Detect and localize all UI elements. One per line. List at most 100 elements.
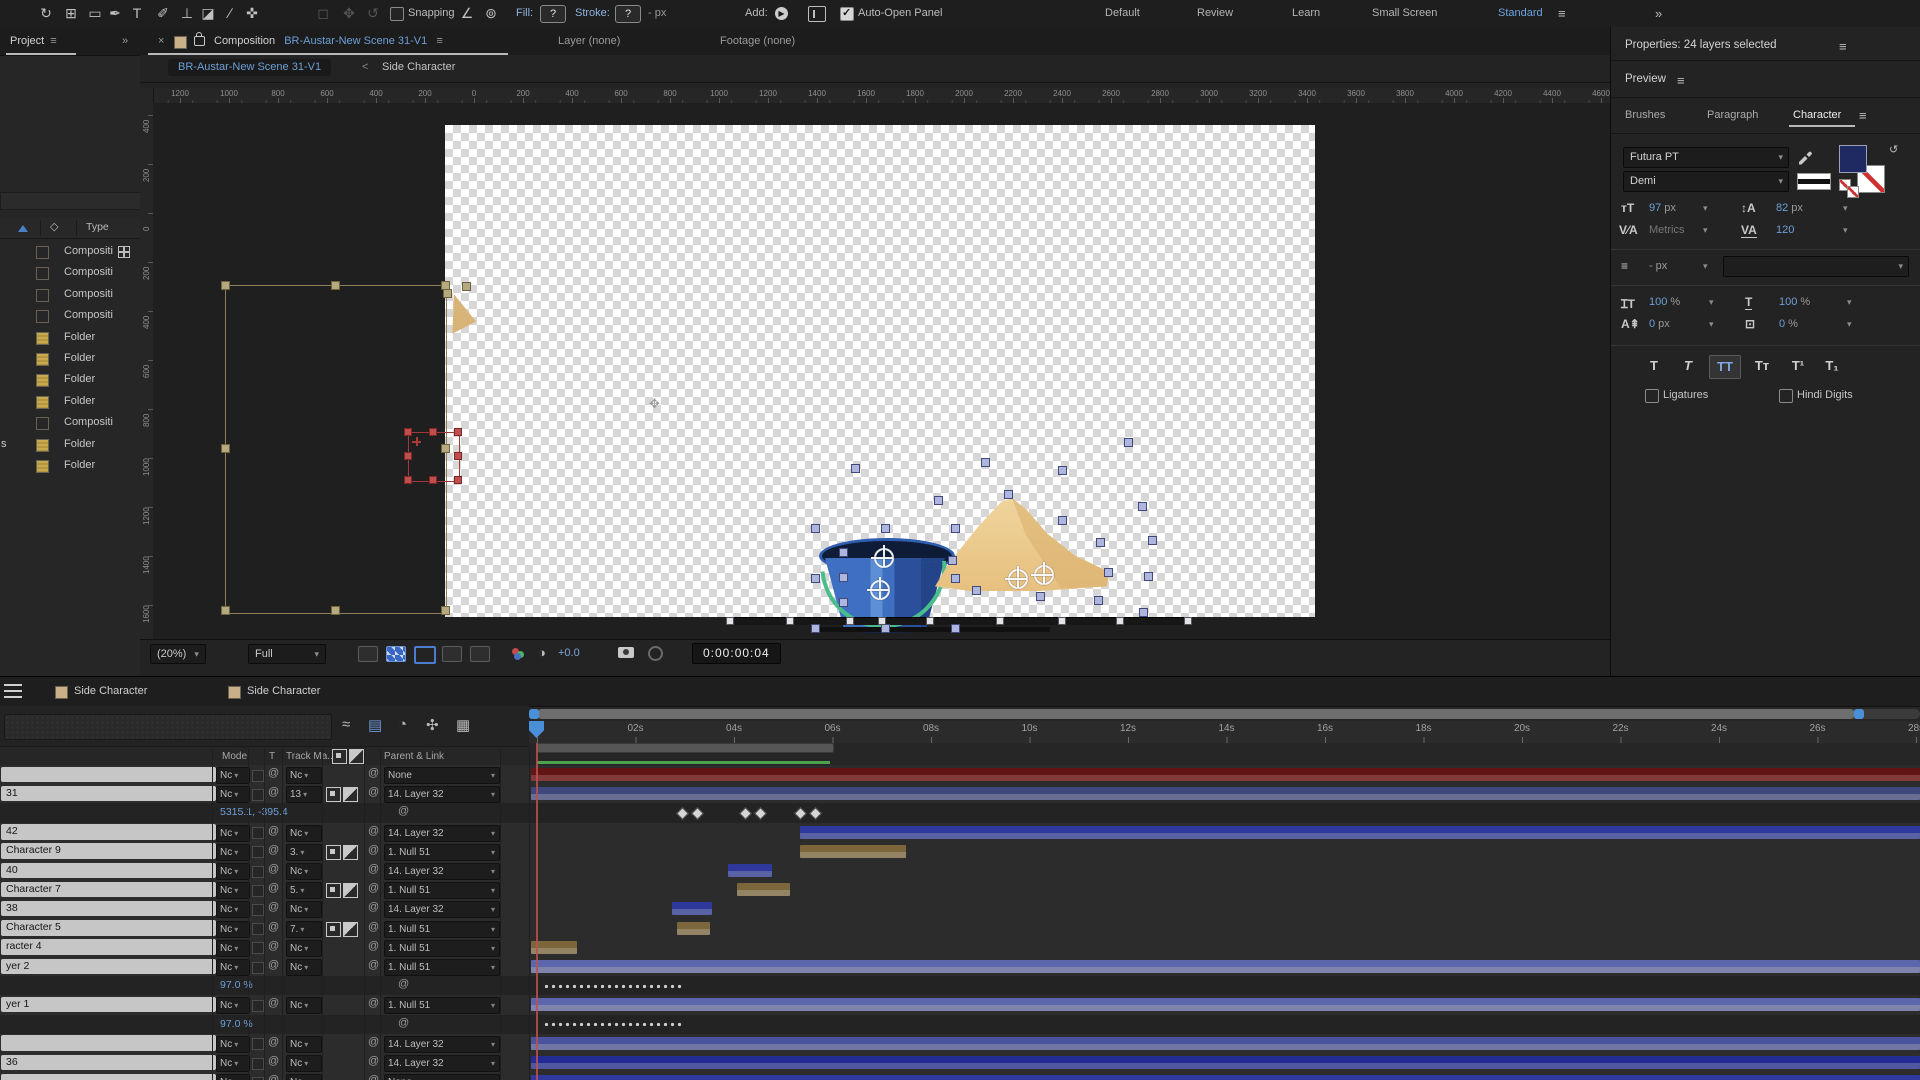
property-stopwatch-icon[interactable]: @ [398, 978, 409, 990]
project-row[interactable]: Folder [0, 455, 140, 476]
tracking-value[interactable]: 120 [1776, 224, 1794, 236]
selection-handle[interactable] [1058, 516, 1067, 525]
selection-handle[interactable] [221, 281, 230, 290]
keyframe-diamond-icon[interactable] [809, 807, 822, 820]
selection-handle[interactable] [1148, 536, 1157, 545]
selection-handle[interactable] [1116, 617, 1124, 625]
selection-handle[interactable] [846, 617, 854, 625]
effects-checkbox[interactable] [252, 1038, 264, 1050]
leading-caret[interactable]: ▾ [1843, 203, 1848, 214]
character-menu-icon[interactable]: ≡ [1859, 108, 1867, 123]
project-row[interactable]: Compositi [0, 262, 140, 283]
parent-link-dropdown[interactable]: 1. Null 51▾ [384, 921, 500, 938]
trkmat-dropdown[interactable]: 7.▾ [286, 921, 322, 938]
selection-handle[interactable] [404, 452, 412, 460]
project-row[interactable]: Folder [0, 369, 140, 390]
layer-name[interactable]: 40 [1, 863, 216, 879]
project-row[interactable]: Compositi [0, 284, 140, 305]
font-size-caret[interactable]: ▾ [1703, 203, 1708, 214]
workspace-standard[interactable]: Standard [1498, 0, 1543, 27]
trkmat-pickwhip-icon[interactable]: @ [268, 921, 279, 933]
parent-link-dropdown[interactable]: 1. Null 51▾ [384, 997, 500, 1014]
all-caps-button[interactable]: TT [1709, 355, 1741, 379]
blend-mode-dropdown[interactable]: Nc▾ [216, 1036, 250, 1053]
scroll-right-nub[interactable] [1854, 709, 1864, 719]
transparency-grid-icon[interactable] [386, 646, 406, 662]
trkmat-pickwhip-icon[interactable]: @ [268, 959, 279, 971]
selection-handle[interactable] [454, 428, 462, 436]
blend-mode-dropdown[interactable]: Nc▾ [216, 997, 250, 1014]
effects-checkbox[interactable] [252, 789, 264, 801]
time-ruler[interactable]: 0s02s04s06s08s10s12s14s16s18s20s22s24s26… [529, 721, 1920, 743]
rectangle-tool[interactable]: ▭ [84, 0, 106, 27]
stroke-width-value[interactable]: - px [648, 0, 666, 27]
kerning-value[interactable]: Metrics [1649, 224, 1684, 236]
region-of-interest-icon[interactable] [414, 646, 436, 664]
timeline-tab-2[interactable]: Side Character [247, 677, 320, 706]
project-row[interactable]: Compositi [0, 305, 140, 326]
workspace-default[interactable]: Default [1105, 0, 1140, 27]
stroke-width-caret[interactable]: ▾ [1703, 261, 1708, 272]
exposure-value[interactable]: +0.0 [558, 647, 580, 659]
vertical-scale-caret[interactable]: ▾ [1709, 297, 1714, 308]
selection-handle[interactable] [404, 476, 412, 484]
layer-duration-bar[interactable] [800, 845, 906, 858]
blend-mode-dropdown[interactable]: Nc▾ [216, 767, 250, 784]
layer-name[interactable]: Character 9 [1, 843, 216, 859]
project-row[interactable]: Folder [0, 348, 140, 369]
subscript-button[interactable]: T₁ [1817, 355, 1847, 377]
trkmat-pickwhip-icon[interactable]: @ [268, 1074, 279, 1080]
layer-name[interactable] [1, 1035, 216, 1051]
alpha-matte-toggle[interactable] [326, 845, 341, 860]
parent-link-dropdown[interactable]: 1. Null 51▾ [384, 940, 500, 957]
blend-mode-dropdown[interactable]: Nc▾ [216, 959, 250, 976]
selection-handle[interactable] [881, 524, 890, 533]
layer-row[interactable]: racter 4Nc▾@Nc▾@1. Null 51▾ [0, 938, 1920, 958]
selection-handle[interactable] [1058, 466, 1067, 475]
parent-pickwhip-icon[interactable]: @ [368, 997, 379, 1009]
project-row[interactable]: Folder [0, 327, 140, 348]
tsume-value[interactable]: 0% [1779, 318, 1798, 330]
snapping-checkbox[interactable] [390, 7, 404, 21]
trkmat-pickwhip-icon[interactable]: @ [268, 997, 279, 1009]
selection-handle[interactable] [429, 476, 437, 484]
motion-blur-icon[interactable]: ◔ [398, 716, 407, 733]
rotation-tool[interactable]: ↻ [35, 0, 57, 27]
property-stopwatch-icon[interactable]: @ [398, 1017, 409, 1029]
puppet-pin-tool[interactable]: ✜ [241, 0, 263, 27]
trkmat-dropdown[interactable]: Nc▾ [286, 940, 322, 957]
effects-checkbox[interactable] [252, 942, 264, 954]
layer-row[interactable]: Character 7Nc▾@5.▾@1. Null 51▾ [0, 880, 1920, 900]
selection-handle[interactable] [981, 458, 990, 467]
font-size-value[interactable]: 97px [1649, 202, 1676, 214]
swap-fill-stroke-icon[interactable]: ↺ [1889, 143, 1898, 156]
selection-handle[interactable] [726, 617, 734, 625]
current-time-display[interactable]: 0:00:00:04 [692, 643, 781, 664]
layer-duration-bar[interactable] [737, 883, 790, 896]
layer-name[interactable]: 38 [1, 901, 216, 917]
selection-handle[interactable] [811, 624, 820, 633]
trkmat-dropdown[interactable]: Nc▾ [286, 1055, 322, 1072]
effects-checkbox[interactable] [252, 923, 264, 935]
blend-mode-dropdown[interactable]: Nc▾ [216, 863, 250, 880]
toolbar-overflow-icon[interactable]: » [1655, 0, 1662, 27]
property-value[interactable]: 5315.1, -395.4 [220, 806, 288, 818]
alpha-matte-toggle[interactable] [326, 787, 341, 802]
blend-mode-dropdown[interactable]: Nc▾ [216, 786, 250, 803]
parent-link-dropdown[interactable]: None▾ [384, 767, 500, 784]
layer-duration-bar[interactable] [531, 1075, 1920, 1080]
trkmat-dropdown[interactable]: Nc▾ [286, 863, 322, 880]
project-row[interactable]: Compositi [0, 412, 140, 433]
alpha-matte-toggle[interactable] [326, 922, 341, 937]
layer-row[interactable]: 38Nc▾@Nc▾@14. Layer 32▾ [0, 899, 1920, 919]
luma-matte-toggle[interactable] [343, 787, 358, 802]
stroke-label[interactable]: Stroke: [575, 0, 610, 27]
parent-pickwhip-icon[interactable]: @ [368, 1074, 379, 1080]
selection-handle[interactable] [996, 617, 1004, 625]
layer-row[interactable]: Nc▾@Nc▾@None▾ [0, 765, 1920, 785]
parent-pickwhip-icon[interactable]: @ [368, 882, 379, 894]
selection-handle[interactable] [454, 452, 462, 460]
anchor-point-target-icon[interactable] [874, 548, 894, 568]
selection-handle[interactable] [1138, 502, 1147, 511]
horizontal-scale-caret[interactable]: ▾ [1847, 297, 1852, 308]
